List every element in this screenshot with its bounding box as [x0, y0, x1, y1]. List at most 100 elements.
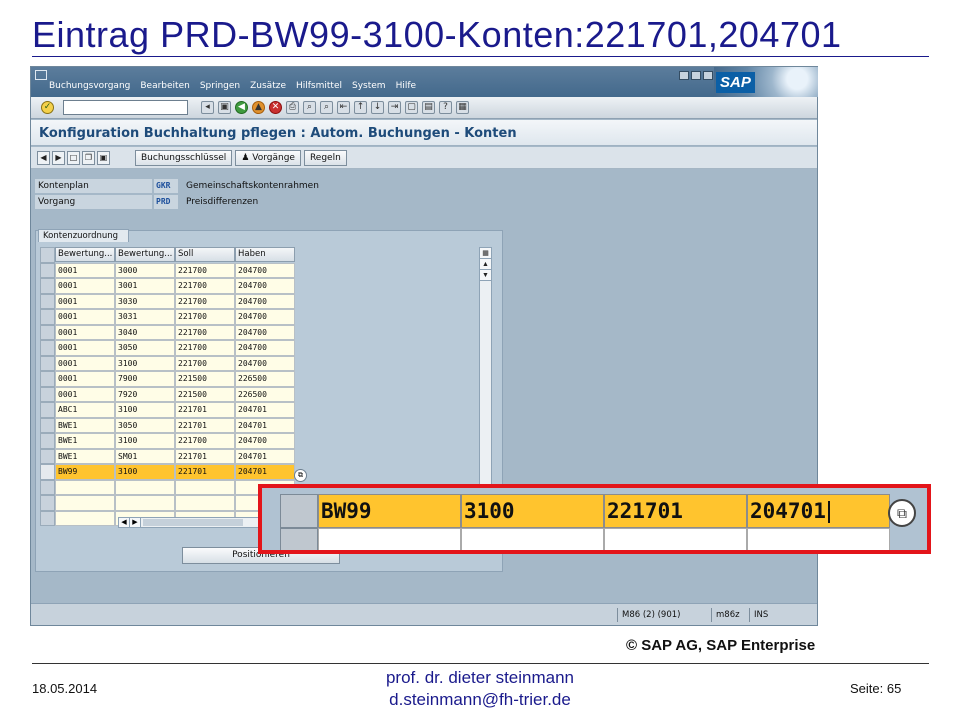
table-cell[interactable]: 204700: [235, 324, 295, 340]
table-cell[interactable]: BWE1: [55, 448, 115, 464]
scroll-left-icon[interactable]: ◀: [119, 518, 130, 527]
table-cell[interactable]: 204700: [235, 278, 295, 294]
table-cell[interactable]: 0001: [55, 278, 115, 294]
shortcut-icon[interactable]: ▤: [422, 101, 435, 114]
value-help-icon[interactable]: ⧉: [294, 469, 307, 482]
table-cell[interactable]: ABC1: [55, 402, 115, 418]
previous-page-icon[interactable]: ↑: [354, 101, 367, 114]
table-cell[interactable]: 3100: [115, 355, 175, 371]
row-selector[interactable]: [40, 479, 55, 495]
row-selector[interactable]: [40, 278, 55, 294]
table-row[interactable]: 0001 7900 221500 226500: [40, 371, 295, 387]
table-cell[interactable]: 221500: [175, 386, 235, 402]
table-row[interactable]: 0001 3031 221700 204700: [40, 309, 295, 325]
row-selector[interactable]: [40, 262, 55, 278]
previous-entry-icon[interactable]: ◀: [37, 151, 50, 165]
table-cell[interactable]: 204701: [235, 417, 295, 433]
table-cell[interactable]: 0001: [55, 309, 115, 325]
column-header-haben[interactable]: Haben: [235, 247, 295, 262]
last-page-icon[interactable]: ⇥: [388, 101, 401, 114]
menu-zusaetze[interactable]: Zusätze: [250, 81, 286, 91]
table-cell[interactable]: 204701: [235, 464, 295, 480]
select-all-cell[interactable]: [40, 247, 55, 263]
table-cell[interactable]: 3040: [115, 324, 175, 340]
table-cell[interactable]: 204700: [235, 355, 295, 371]
table-cell[interactable]: 3100: [115, 433, 175, 449]
save-as-icon[interactable]: ▣: [97, 151, 110, 165]
row-selector[interactable]: [40, 355, 55, 371]
table-cell[interactable]: 0001: [55, 324, 115, 340]
table-cell[interactable]: 221700: [175, 309, 235, 325]
scroll-up-icon[interactable]: ▲: [480, 259, 491, 270]
table-cell[interactable]: [55, 510, 115, 526]
table-cell[interactable]: 204700: [235, 433, 295, 449]
layout-menu-icon[interactable]: ▦: [456, 101, 469, 114]
table-row[interactable]: [40, 479, 295, 495]
table-cell[interactable]: 3031: [115, 309, 175, 325]
collapse-icon[interactable]: ◂: [201, 101, 214, 114]
table-cell[interactable]: 226500: [235, 371, 295, 387]
minimize-icon[interactable]: [679, 71, 689, 80]
help-icon[interactable]: ?: [439, 101, 452, 114]
table-cell[interactable]: 3030: [115, 293, 175, 309]
table-cell[interactable]: [55, 495, 115, 511]
table-cell[interactable]: 221701: [175, 464, 235, 480]
table-cell[interactable]: SM01: [115, 448, 175, 464]
table-cell[interactable]: 0001: [55, 340, 115, 356]
table-cell[interactable]: 221700: [175, 355, 235, 371]
table-cell[interactable]: 221701: [175, 417, 235, 433]
window-menu-icon[interactable]: [35, 70, 47, 80]
new-session-icon[interactable]: ▢: [405, 101, 418, 114]
find-next-icon[interactable]: ⌕: [320, 101, 333, 114]
scroll-right-icon[interactable]: ▶: [130, 518, 141, 527]
table-cell[interactable]: 7920: [115, 386, 175, 402]
table-row[interactable]: 0001 3040 221700 204700: [40, 324, 295, 340]
menu-hilfsmittel[interactable]: Hilfsmittel: [296, 81, 342, 91]
table-cell[interactable]: 221700: [175, 433, 235, 449]
enter-icon[interactable]: ✓: [41, 101, 54, 114]
table-cell[interactable]: BW99: [55, 464, 115, 480]
table-row[interactable]: BWE1 3050 221701 204701: [40, 417, 295, 433]
table-cell[interactable]: 3001: [115, 278, 175, 294]
print-icon[interactable]: ⎙: [286, 101, 299, 114]
vertical-scrollbar[interactable]: ▦ ▲ ▼: [479, 247, 492, 515]
table-cell[interactable]: 221700: [175, 340, 235, 356]
table-cell[interactable]: 204701: [235, 448, 295, 464]
row-selector[interactable]: [40, 495, 55, 511]
row-selector[interactable]: [40, 510, 55, 526]
table-cell[interactable]: 221700: [175, 293, 235, 309]
menu-system[interactable]: System: [352, 81, 386, 91]
row-selector[interactable]: [40, 464, 55, 480]
table-cell[interactable]: 204700: [235, 309, 295, 325]
table-row[interactable]: 0001 3001 221700 204700: [40, 278, 295, 294]
menu-buchungsvorgang[interactable]: Buchungsvorgang: [49, 81, 130, 91]
row-selector[interactable]: [40, 417, 55, 433]
table-cell[interactable]: 3050: [115, 417, 175, 433]
table-row[interactable]: 0001 3000 221700 204700: [40, 262, 295, 278]
row-selector[interactable]: [40, 448, 55, 464]
row-selector[interactable]: [40, 293, 55, 309]
table-row[interactable]: BW99 3100 221701 204701: [40, 464, 295, 480]
row-selector[interactable]: [40, 340, 55, 356]
table-cell[interactable]: 0001: [55, 371, 115, 387]
table-cell[interactable]: 3100: [115, 402, 175, 418]
regeln-button[interactable]: Regeln: [303, 150, 347, 166]
table-row[interactable]: 0001 3100 221700 204700: [40, 355, 295, 371]
menu-bearbeiten[interactable]: Bearbeiten: [140, 81, 189, 91]
table-row[interactable]: [40, 495, 295, 511]
table-cell[interactable]: 0001: [55, 355, 115, 371]
table-cell[interactable]: [175, 479, 235, 495]
table-cell[interactable]: [55, 479, 115, 495]
row-selector[interactable]: [40, 371, 55, 387]
table-cell[interactable]: [115, 495, 175, 511]
table-cell[interactable]: 204701: [235, 402, 295, 418]
table-cell[interactable]: 221700: [175, 262, 235, 278]
table-cell[interactable]: 221701: [175, 402, 235, 418]
next-page-icon[interactable]: ↓: [371, 101, 384, 114]
table-cell[interactable]: 3000: [115, 262, 175, 278]
table-cell[interactable]: 7900: [115, 371, 175, 387]
menu-hilfe[interactable]: Hilfe: [396, 81, 416, 91]
table-row[interactable]: 0001 3050 221700 204700: [40, 340, 295, 356]
table-cell[interactable]: 204700: [235, 262, 295, 278]
table-cell[interactable]: 221500: [175, 371, 235, 387]
